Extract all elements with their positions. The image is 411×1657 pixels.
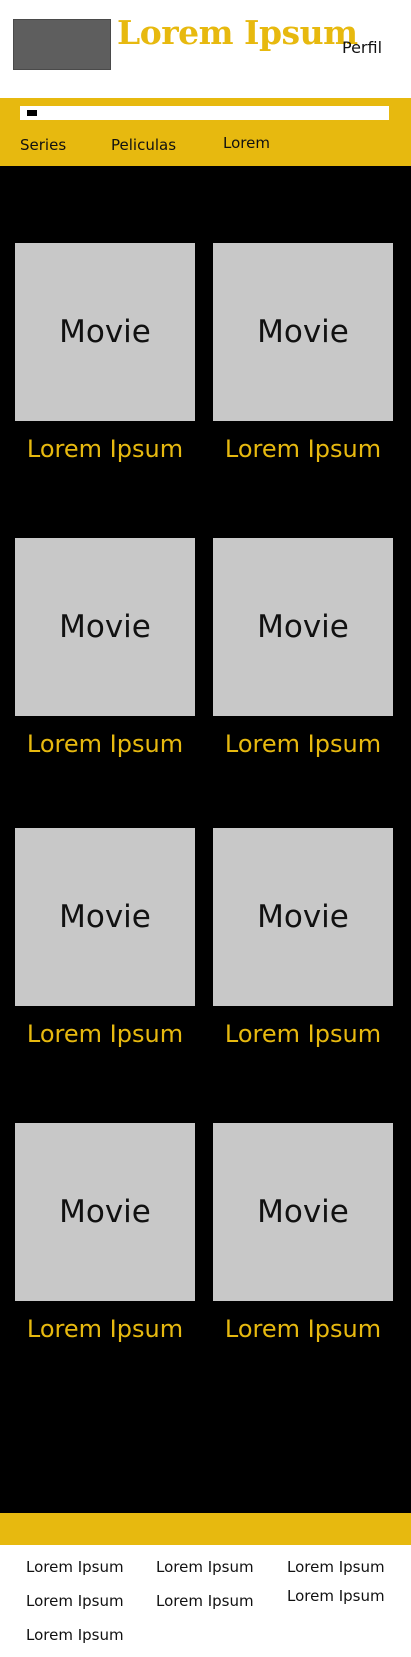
movie-title[interactable]: Lorem Ipsum [15,435,195,463]
movie-card[interactable]: Movie Lorem Ipsum [15,828,195,1048]
movie-poster[interactable]: Movie [213,1123,393,1301]
search-cursor-icon [27,110,37,116]
movie-title[interactable]: Lorem Ipsum [15,730,195,758]
movie-title[interactable]: Lorem Ipsum [15,1020,195,1048]
movie-poster[interactable]: Movie [15,243,195,421]
nav-item-lorem[interactable]: Lorem [223,134,270,152]
movie-card[interactable]: Movie Lorem Ipsum [213,243,393,463]
footer-link[interactable]: Lorem Ipsum [287,1558,385,1576]
brand-title[interactable]: Lorem Ipsum [117,16,358,49]
movie-poster[interactable]: Movie [213,538,393,716]
movie-grid: Movie Lorem Ipsum Movie Lorem Ipsum Movi… [0,166,411,1513]
nav-item-peliculas[interactable]: Peliculas [111,136,176,154]
movie-card[interactable]: Movie Lorem Ipsum [213,1123,393,1343]
movie-card[interactable]: Movie Lorem Ipsum [15,1123,195,1343]
nav-item-series[interactable]: Series [20,136,66,154]
movie-card[interactable]: Movie Lorem Ipsum [213,538,393,758]
movie-title[interactable]: Lorem Ipsum [213,1315,393,1343]
footer-link[interactable]: Lorem Ipsum [26,1626,124,1644]
movie-title[interactable]: Lorem Ipsum [15,1315,195,1343]
movie-title[interactable]: Lorem Ipsum [213,730,393,758]
movie-card[interactable]: Movie Lorem Ipsum [15,538,195,758]
site-header: Lorem Ipsum Perfil [0,0,411,98]
movie-card[interactable]: Movie Lorem Ipsum [15,243,195,463]
movie-poster[interactable]: Movie [15,538,195,716]
logo-placeholder[interactable] [13,19,111,70]
footer-link[interactable]: Lorem Ipsum [156,1558,254,1576]
footer-link[interactable]: Lorem Ipsum [26,1558,124,1576]
footer-link[interactable]: Lorem Ipsum [156,1592,254,1610]
movie-poster[interactable]: Movie [15,828,195,1006]
movie-poster[interactable]: Movie [15,1123,195,1301]
movie-poster[interactable]: Movie [213,243,393,421]
footer-link[interactable]: Lorem Ipsum [26,1592,124,1610]
movie-title[interactable]: Lorem Ipsum [213,435,393,463]
profile-link[interactable]: Perfil [342,38,382,57]
movie-card[interactable]: Movie Lorem Ipsum [213,828,393,1048]
site-footer: Lorem Ipsum Lorem Ipsum Lorem Ipsum Lore… [0,1545,411,1657]
footer-divider-bar [0,1513,411,1545]
search-input[interactable] [20,106,389,120]
movie-poster[interactable]: Movie [213,828,393,1006]
footer-link[interactable]: Lorem Ipsum [287,1587,385,1605]
movie-title[interactable]: Lorem Ipsum [213,1020,393,1048]
nav-bar: Series Peliculas Lorem [0,98,411,166]
